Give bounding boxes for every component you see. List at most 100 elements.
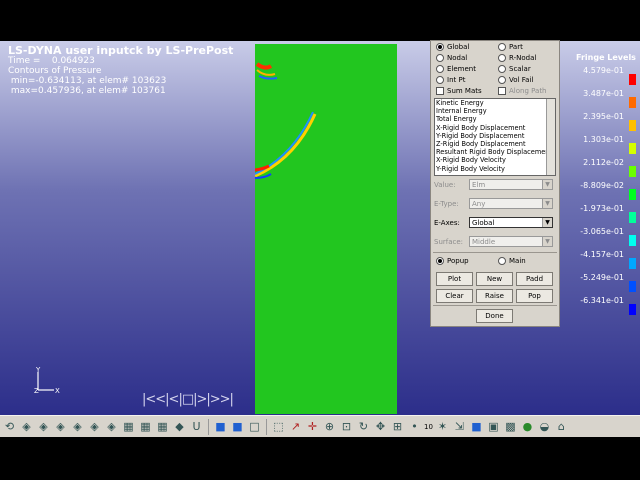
checkbox-label: Sum Mats — [447, 87, 482, 95]
mesh-icon[interactable]: ▦ — [155, 419, 170, 434]
model-mesh[interactable] — [254, 44, 397, 414]
radio-part[interactable]: Part — [498, 43, 523, 51]
divider — [433, 305, 557, 306]
eaxes-select[interactable]: Global ▼ — [469, 217, 553, 228]
axis-triad: Y Z X — [34, 366, 60, 395]
radio-r-nodal[interactable]: R-Nodal — [498, 54, 536, 62]
list-item[interactable]: Total Energy — [435, 115, 555, 123]
pop-button[interactable]: Pop — [516, 289, 553, 303]
radio-global[interactable]: Global — [436, 43, 469, 51]
rotate-icon[interactable]: ⟲ — [2, 419, 17, 434]
toolbar-separator — [208, 418, 209, 435]
zoom-icon[interactable]: ⊕ — [322, 419, 337, 434]
radio-element[interactable]: Element — [436, 65, 476, 73]
top-black-border — [0, 0, 640, 41]
zoom-box-icon[interactable]: ⊡ — [339, 419, 354, 434]
solid-cube-icon[interactable]: ■ — [230, 419, 245, 434]
pick-icon[interactable]: ↗ — [288, 419, 303, 434]
max-readout: max=0.457936, at elem# 103761 — [8, 86, 166, 96]
model-title: LS-DYNA user inputck by LS-PrePost — [8, 44, 234, 57]
u-dropdown-icon[interactable]: U — [189, 419, 204, 434]
radio-dot — [436, 54, 444, 62]
select-icon[interactable]: ⬚ — [271, 419, 286, 434]
raise-button[interactable]: Raise — [476, 289, 513, 303]
wire-cube-icon[interactable]: □ — [247, 419, 262, 434]
list-item[interactable]: X-Rigid Body Displacement — [435, 124, 555, 132]
triad-icon[interactable]: ✶ — [435, 419, 450, 434]
list-item[interactable]: Y-Rigid Body Displacement — [435, 132, 555, 140]
list-item[interactable]: Z-Rigid Body Displacement — [435, 140, 555, 148]
surface-label: Surface: — [434, 238, 464, 246]
checkbox-box — [498, 87, 506, 95]
padd-button[interactable]: Padd — [516, 272, 553, 286]
fringe-level-label: 1.303e-01 — [583, 135, 624, 144]
clear-button[interactable]: Clear — [436, 289, 473, 303]
cube-view-icon[interactable]: ◈ — [87, 419, 102, 434]
list-item[interactable]: Resultant Rigid Body Displacement — [435, 148, 555, 156]
chevron-down-icon: ▼ — [542, 218, 552, 227]
list-item[interactable]: Kinetic Energy — [435, 99, 555, 107]
chevron-down-icon: ▼ — [542, 199, 552, 208]
pan-icon[interactable]: ✥ — [373, 419, 388, 434]
cube-view-icon[interactable]: ◈ — [104, 419, 119, 434]
radio-label: Global — [447, 43, 470, 51]
radio-vol-fail[interactable]: Vol Fail — [498, 76, 533, 84]
done-button[interactable]: Done — [476, 309, 513, 323]
grid-icon[interactable]: ▩ — [503, 419, 518, 434]
solid-cube-icon[interactable]: ■ — [213, 419, 228, 434]
center-icon[interactable]: ✛ — [305, 419, 320, 434]
mesh-icon[interactable]: ▦ — [121, 419, 136, 434]
fringe-color-swatch — [629, 235, 636, 246]
radio-int-pt[interactable]: Int Pt — [436, 76, 465, 84]
bottom-black-border — [0, 437, 640, 480]
cube-view-icon[interactable]: ◈ — [53, 419, 68, 434]
fringe-color-swatch — [629, 97, 636, 108]
teapot-icon[interactable]: ◒ — [537, 419, 552, 434]
fringe-level-label: 2.112e-02 — [583, 158, 624, 167]
scale-icon[interactable]: ⇲ — [452, 419, 467, 434]
mesh-icon[interactable]: ▦ — [138, 419, 153, 434]
sphere-icon[interactable]: ● — [520, 419, 535, 434]
fit-icon[interactable]: ⊞ — [390, 419, 405, 434]
etype-select[interactable]: Any ▼ — [469, 198, 553, 209]
checkbox-label: Along Path — [509, 87, 547, 95]
cube-view-icon[interactable]: ◈ — [19, 419, 34, 434]
list-item[interactable]: X-Rigid Body Velocity — [435, 156, 555, 164]
rotate-view-icon[interactable]: ↻ — [356, 419, 371, 434]
fringe-color-swatch — [629, 166, 636, 177]
radio-nodal[interactable]: Nodal — [436, 54, 467, 62]
box-icon[interactable]: ▣ — [486, 419, 501, 434]
animation-vcr-controls[interactable]: |<<|<|□|>|>>| — [142, 392, 234, 407]
radio-dot — [498, 65, 506, 73]
fringe-level-label: -8.809e-02 — [580, 181, 624, 190]
sum-mats-checkbox[interactable]: Sum Mats — [436, 87, 482, 95]
surface-select-text: Middle — [472, 238, 496, 246]
new-button[interactable]: New — [476, 272, 513, 286]
eaxes-label: E-Axes: — [434, 219, 460, 227]
plot-button[interactable]: Plot — [436, 272, 473, 286]
list-item[interactable]: Internal Energy — [435, 107, 555, 115]
along-path-checkbox[interactable]: Along Path — [498, 87, 547, 95]
list-item[interactable]: Y-Rigid Body Velocity — [435, 165, 555, 173]
radio-label: Int Pt — [447, 76, 466, 84]
listbox-scrollbar[interactable] — [546, 99, 555, 175]
shade-icon[interactable]: ◆ — [172, 419, 187, 434]
radio-main[interactable]: Main — [498, 257, 526, 265]
value-select[interactable]: Elm ▼ — [469, 179, 553, 190]
fringe-level-label: -3.065e-01 — [580, 227, 624, 236]
radio-label: Popup — [447, 257, 469, 265]
radio-dot — [498, 43, 506, 51]
reset-icon[interactable]: ⌂ — [554, 419, 569, 434]
bottom-toolbar: ⟲ ◈ ◈ ◈ ◈ ◈ ◈ ▦ ▦ ▦ ◆ U ■ ■ □ ⬚ ↗ ✛ ⊕ ⊡ … — [0, 415, 640, 437]
fringe-color-swatch — [629, 74, 636, 85]
cube-view-icon[interactable]: ◈ — [70, 419, 85, 434]
surface-select[interactable]: Middle ▼ — [469, 236, 553, 247]
component-listbox[interactable]: Kinetic Energy Internal Energy Total Ene… — [434, 98, 556, 176]
radio-dot — [436, 43, 444, 51]
radio-dot — [436, 76, 444, 84]
radio-popup[interactable]: Popup — [436, 257, 469, 265]
box-icon[interactable]: ■ — [469, 419, 484, 434]
radio-scalar[interactable]: Scalar — [498, 65, 531, 73]
cube-view-icon[interactable]: ◈ — [36, 419, 51, 434]
toolbar-separator — [266, 418, 267, 435]
